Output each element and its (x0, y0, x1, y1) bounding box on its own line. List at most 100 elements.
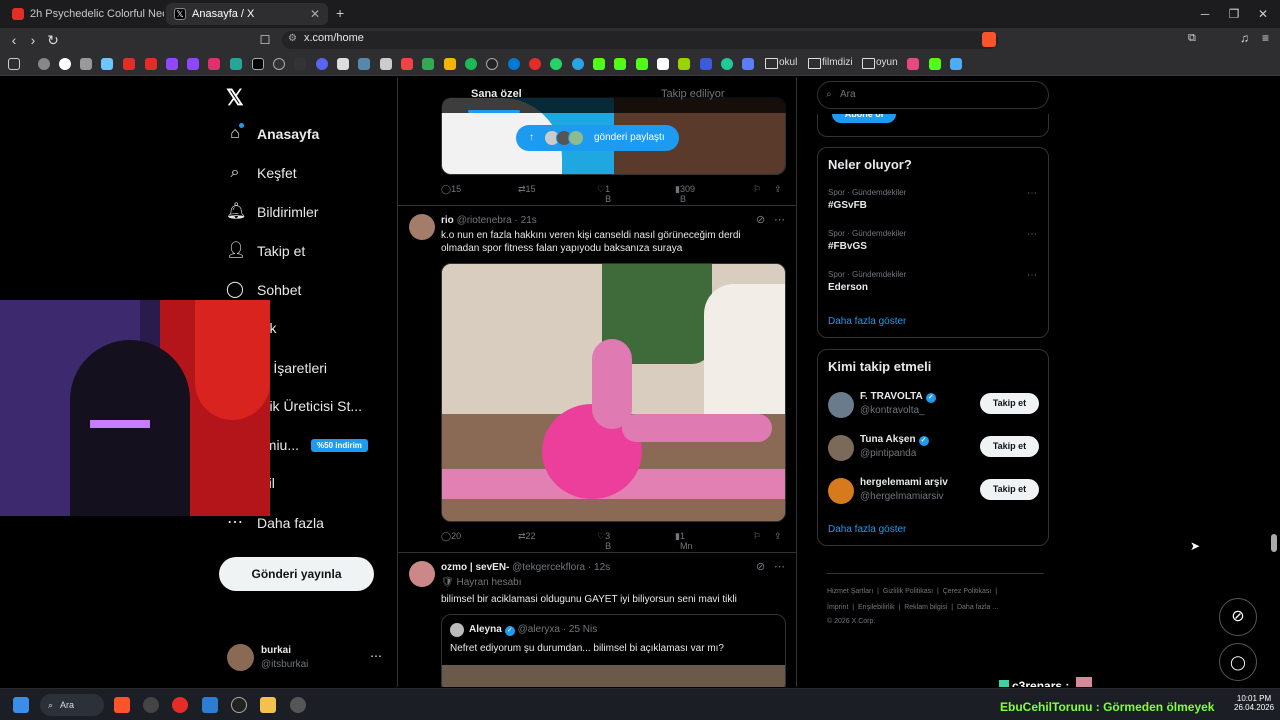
trends-show-more-link[interactable]: Daha fazla göster (828, 316, 906, 327)
kick-icon[interactable] (636, 58, 648, 70)
bookmark-site-icon[interactable] (486, 58, 498, 70)
post-media-video[interactable] (441, 263, 786, 522)
nav-notifications[interactable]: 🔔︎ Bildirimler (226, 197, 318, 227)
bookmark-site-icon[interactable] (529, 58, 541, 70)
suggested-user-name[interactable]: F. TRAVOLTA ✓ (860, 391, 936, 403)
steam-icon[interactable] (290, 697, 306, 713)
whatsapp-icon[interactable] (550, 58, 562, 70)
bookmark-site-icon[interactable] (950, 58, 962, 70)
bookmark-page-icon[interactable]: ☐ (255, 30, 275, 50)
reply-button[interactable]: ◯ 15 (441, 184, 461, 195)
url-field[interactable] (282, 31, 998, 49)
follow-button[interactable]: Takip et (980, 436, 1039, 457)
history-icon[interactable] (38, 58, 50, 70)
bookmark-folder-filmdizi[interactable]: filmdizi (808, 57, 853, 69)
x-logo-icon[interactable]: 𝕏 (226, 85, 244, 111)
footer-link[interactable]: Erişilebilirlik (858, 604, 895, 611)
quoted-post[interactable]: Aleyna ✓ @aleryxa · 25 Nis Nefret ediyoru… (441, 614, 786, 687)
apps-grid-icon[interactable] (8, 58, 20, 70)
footer-link[interactable]: Çerez Politikası (943, 588, 992, 595)
minimize-icon[interactable]: ─ (1190, 4, 1220, 24)
author-handle[interactable]: @tekgercekflora (512, 562, 585, 573)
close-window-icon[interactable]: ✕ (1248, 4, 1278, 24)
drive-icon[interactable] (422, 58, 434, 70)
tab-for-you[interactable]: Sana özel (471, 88, 522, 100)
extensions-icon[interactable]: ⧉ (1188, 32, 1196, 45)
reply-button[interactable]: ◯ 20 (441, 531, 461, 542)
kick-icon[interactable] (593, 58, 605, 70)
spotify-icon[interactable] (465, 58, 477, 70)
bookmark-site-icon[interactable] (337, 58, 349, 70)
instagram-icon[interactable] (208, 58, 220, 70)
bookmark-icon[interactable]: ⚐ (753, 531, 761, 542)
who-to-follow-show-more-link[interactable]: Daha fazla göster (828, 524, 906, 535)
footer-link[interactable]: Hizmet Şartları (827, 588, 873, 595)
google-icon[interactable] (59, 58, 71, 70)
bookmark-site-icon[interactable] (358, 58, 370, 70)
gmail-icon[interactable] (401, 58, 413, 70)
tiktok-icon[interactable] (294, 58, 306, 70)
bookmark-site-icon[interactable] (80, 58, 92, 70)
bookmark-site-icon[interactable] (101, 58, 113, 70)
footer-link[interactable]: İmprint (827, 604, 848, 611)
views-button[interactable]: ▮ 309 B (675, 184, 695, 204)
avatar[interactable] (409, 561, 435, 587)
windows-start-icon[interactable] (13, 697, 29, 713)
menu-icon[interactable]: ≡ (1262, 31, 1269, 45)
avatar[interactable] (828, 478, 854, 504)
obs-icon[interactable] (143, 697, 159, 713)
avatar[interactable] (227, 644, 254, 671)
more-icon[interactable]: ⋯ (1027, 229, 1038, 240)
views-button[interactable]: ▮ 1 Mn (675, 531, 692, 551)
avatar[interactable] (828, 392, 854, 418)
footer-link[interactable]: Gizlilik Politikası (883, 588, 933, 595)
more-icon[interactable]: ⋯ (774, 560, 785, 573)
grok-floating-icon[interactable]: ⊘ (1219, 598, 1257, 636)
author-name[interactable]: ozmo | sevEN- (441, 562, 509, 573)
like-button[interactable]: ♡ 3 B (597, 531, 611, 551)
bookmark-folder-oyun[interactable]: oyun (862, 57, 898, 69)
site-info-icon[interactable]: ⚙ (288, 33, 297, 44)
brave-icon[interactable] (114, 697, 130, 713)
telegram-icon[interactable] (572, 58, 584, 70)
post-button[interactable]: Gönderi yayınla (219, 557, 374, 591)
more-icon[interactable]: ⋯ (1027, 188, 1038, 199)
brave-shield-icon[interactable] (982, 32, 996, 47)
twitch-icon[interactable] (187, 58, 199, 70)
photos-icon[interactable] (202, 697, 218, 713)
new-tab-button[interactable]: + (336, 5, 344, 21)
bookmark-site-icon[interactable] (742, 58, 754, 70)
account-menu-icon[interactable]: ⋯ (370, 649, 382, 663)
author-handle[interactable]: @riotenebra (457, 215, 512, 226)
bookmark-site-icon[interactable] (380, 58, 392, 70)
post-time[interactable]: 12s (594, 562, 610, 573)
bookmark-site-icon[interactable] (230, 58, 242, 70)
new-posts-pill[interactable]: ↑ gönderi paylaştı (516, 125, 679, 151)
kick-icon[interactable] (614, 58, 626, 70)
forward-icon[interactable]: › (23, 30, 43, 50)
grok-icon[interactable]: ⊘ (756, 213, 765, 226)
bookmark-site-icon[interactable] (444, 58, 456, 70)
restore-icon[interactable]: ❐ (1219, 4, 1249, 24)
kick-icon[interactable] (929, 58, 941, 70)
scrollbar-thumb[interactable] (1271, 534, 1277, 552)
discord-icon[interactable] (316, 58, 328, 70)
bookmark-site-icon[interactable] (678, 58, 690, 70)
reload-icon[interactable]: ↻ (43, 30, 63, 50)
youtube-icon[interactable] (123, 58, 135, 70)
suggested-user-name[interactable]: Tuna Akşen ✓ (860, 434, 929, 446)
grok-icon[interactable]: ⊘ (756, 560, 765, 573)
bookmark-site-icon[interactable] (721, 58, 733, 70)
nav-creator-studio[interactable]: erik Üreticisi St... (257, 391, 362, 421)
more-icon[interactable]: ⋯ (774, 213, 785, 226)
share-icon[interactable]: ⇪ (774, 531, 782, 542)
nav-premium[interactable]: emiu... %50 indirim (257, 430, 368, 460)
avatar[interactable] (409, 214, 435, 240)
like-button[interactable]: ♡ 1 B (597, 184, 611, 204)
search-field[interactable]: ⌕ Ara (817, 81, 1049, 109)
repost-button[interactable]: ⇄ 15 (518, 184, 536, 195)
close-tab-icon[interactable]: ✕ (310, 3, 320, 25)
back-icon[interactable]: ‹ (4, 30, 24, 50)
nav-explore[interactable]: ⌕ Keşfet (226, 158, 297, 188)
edge-icon[interactable] (508, 58, 520, 70)
